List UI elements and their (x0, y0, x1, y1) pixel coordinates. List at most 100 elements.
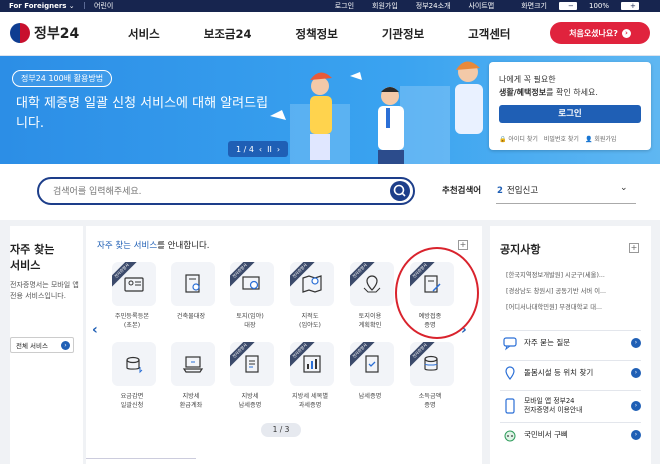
quick-link-gubbi[interactable]: 국민비서 구삐 › (500, 422, 641, 446)
children-link[interactable]: 어린이 (94, 2, 113, 10)
login-intro-bold: 생활/혜택정보 (499, 88, 547, 97)
land-search-icon (242, 276, 260, 290)
service-land-use-plan[interactable]: 전자증명서 토지이용 계획확인 (346, 262, 394, 334)
bottom-section-edge (86, 458, 196, 464)
service-fee-reduction[interactable]: 요금감면 일괄신청 (108, 342, 156, 414)
service-label: 토지이용 계획확인 (358, 313, 382, 329)
find-id-link[interactable]: 🔒 아이디 찾기 (499, 134, 538, 143)
service-label: 지방세 환급계좌 (179, 393, 203, 409)
chevron-down-icon[interactable]: ⌄ (69, 2, 75, 10)
notice-more-button[interactable]: + (629, 243, 639, 253)
service-tile (112, 342, 156, 386)
about-link[interactable]: 정부24소개 (407, 1, 460, 11)
search-icon (393, 184, 406, 197)
coins-stack-icon (424, 355, 438, 371)
login-intro-2: 생활/혜택정보를 확인 하세요. (499, 87, 598, 98)
document-icon (245, 355, 259, 373)
logo-text: 정부24 (34, 26, 80, 42)
taegeuk-logo-icon (10, 23, 30, 43)
nav-policy[interactable]: 정책정보 (296, 26, 338, 42)
location-icon (505, 365, 515, 380)
notice-item[interactable]: [어디서나대학민원] 부경대학교 대... (506, 302, 644, 311)
arrow-right-icon: › (631, 429, 641, 440)
quick-link-faq[interactable]: 자주 묻는 질문 › (500, 330, 641, 354)
document-check-icon (365, 355, 379, 373)
quick-link-care-facility[interactable]: 돌봄시설 등 위치 찾기 › (500, 360, 641, 384)
chevron-left-icon[interactable]: ‹ (259, 145, 262, 154)
laptop-icon (182, 356, 204, 373)
global-nav: 서비스 보조금24 정책정보 기관정보 고객센터 (128, 26, 554, 42)
services-header: 자주 찾는 서비스를 안내합니다. (97, 239, 209, 251)
nav-support[interactable]: 고객센터 (468, 26, 510, 42)
first-visit-label: 처음오셨나요? (569, 28, 618, 38)
chevron-right-icon[interactable]: › (277, 145, 280, 154)
signup-link-2[interactable]: 👤 회원가입 (585, 134, 616, 143)
frequent-intro-card: 자주 찾는 서비스 전자증명서는 모바일 앱 전용 서비스입니다. 전체 서비스 … (10, 226, 83, 464)
nav-subsidy[interactable]: 보조금24 (204, 26, 252, 42)
all-services-label: 전체 서비스 (16, 342, 48, 350)
search-button[interactable] (390, 181, 410, 201)
service-tile: 전자증명서 (230, 342, 274, 386)
zoom-out-button[interactable]: − (558, 2, 577, 10)
recommend-label: 추천검색어 (442, 186, 482, 196)
more-plus-button[interactable]: + (458, 240, 468, 250)
service-local-tax-payment[interactable]: 전자증명서 지방세 납세증명 (226, 342, 274, 414)
bar-chart-icon (303, 355, 321, 373)
arrow-right-icon: › (631, 400, 641, 411)
carousel-prev-button[interactable]: ‹ (92, 322, 98, 338)
quick-link-mobile-app[interactable]: 모바일 앱 정부24 전자증명서 이용안내 › (500, 390, 641, 420)
login-button[interactable]: 로그인 (499, 105, 641, 123)
notice-item[interactable]: [경상남도 창원시] 공동기반 서버 이... (506, 286, 644, 295)
nav-agency[interactable]: 기관정보 (382, 26, 424, 42)
login-panel: 나에게 꼭 필요한 생활/혜택정보를 확인 하세요. 로그인 🔒 아이디 찾기 … (489, 62, 651, 150)
notice-item[interactable]: [한국지역정보개발원] 시군구(세올)... (506, 270, 644, 279)
arrow-right-icon: › (631, 337, 641, 348)
chevron-down-icon[interactable]: ⌄ (620, 183, 628, 193)
location-pin-icon (363, 275, 381, 293)
for-foreigners-link[interactable]: For Foreigners (9, 2, 66, 10)
search-box (37, 177, 415, 205)
sitemap-link[interactable]: 사이트맵 (459, 1, 503, 11)
service-tile: 전자증명서 (290, 342, 334, 386)
pause-icon[interactable]: II (267, 145, 272, 154)
signup-link[interactable]: 회원가입 (363, 1, 407, 11)
quick-link-label: 돌봄시설 등 위치 찾기 (524, 368, 594, 377)
service-tile: 전자증명서 (230, 262, 274, 306)
service-label: 요금감면 일괄신청 (120, 393, 144, 409)
zoom-value: 100% (588, 2, 609, 10)
hero-badge[interactable]: 정부24 100배 활용방법 (12, 70, 113, 87)
recommend-value: 전입신고 (506, 186, 539, 196)
nav-services[interactable]: 서비스 (128, 26, 160, 42)
recommend-keyword[interactable]: 2 전입신고 (497, 184, 538, 196)
search-input[interactable] (53, 184, 373, 200)
service-tax-payment-certificate[interactable]: 전자증명서 납세증명 (346, 342, 394, 414)
quick-link-label: 모바일 앱 정부24 전자증명서 이용안내 (524, 396, 583, 414)
service-local-tax-refund[interactable]: 지방세 환급계좌 (167, 342, 215, 414)
id-card-icon (124, 277, 144, 292)
zoom-label: 화면크기 (521, 2, 547, 10)
all-services-button[interactable]: 전체 서비스 › (10, 337, 74, 353)
recommend-rank: 2 (497, 186, 503, 196)
service-tax-item-certificate[interactable]: 전자증명서 지방세 세목별 과세증명 (286, 342, 334, 414)
service-label: 지적도 (임야도) (299, 313, 321, 329)
service-building-register[interactable]: 건축물대장 (167, 262, 215, 334)
service-tile: 전자증명서 (410, 342, 454, 386)
map-icon (302, 275, 322, 293)
service-label: 토지(임야) 대장 (236, 313, 264, 329)
service-tile: 전자증명서 (350, 342, 394, 386)
service-label: 납세증명 (358, 393, 382, 400)
site-logo[interactable]: 정부24 (10, 23, 79, 43)
first-visit-button[interactable]: 처음오셨나요? › (550, 22, 650, 44)
zoom-in-button[interactable]: + (621, 2, 639, 10)
login-intro-rest: 를 확인 하세요. (546, 88, 598, 97)
highlight-circle-annotation (395, 247, 479, 339)
find-password-link[interactable]: 비밀번호 찾기 (544, 134, 579, 143)
login-link[interactable]: 로그인 (326, 1, 363, 11)
signup-label: 회원가입 (594, 136, 617, 143)
service-land-register[interactable]: 전자증명서 토지(임야) 대장 (226, 262, 274, 334)
service-resident-registration[interactable]: 전자증명서 주민등록등본 (초본) (108, 262, 156, 334)
zoom-control: 화면크기 − 100% + (503, 1, 648, 11)
service-cadastral-map[interactable]: 전자증명서 지적도 (임야도) (286, 262, 334, 334)
service-income-certificate[interactable]: 전자증명서 소득금액 증명 (406, 342, 454, 414)
service-tile: 전자증명서 (350, 262, 394, 306)
